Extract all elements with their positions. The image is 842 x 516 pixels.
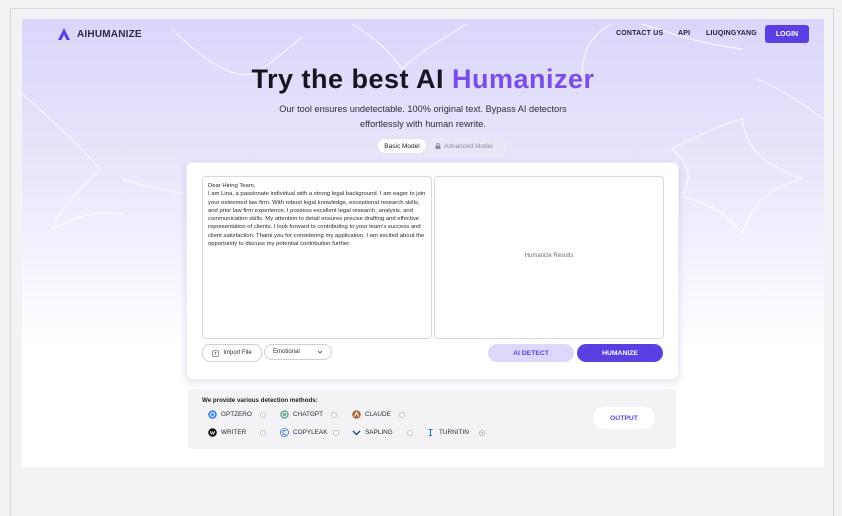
logo-icon [58, 28, 70, 40]
ai-detect-button[interactable]: AI DETECT [488, 344, 574, 362]
page-subtitle: Our tool ensures undetectable. 100% orig… [279, 104, 567, 129]
copyleak-icon [280, 428, 289, 437]
import-file-button[interactable]: Import File [202, 344, 262, 362]
title-main: Try the best AI [251, 64, 452, 94]
detector-radio[interactable] [398, 411, 405, 418]
chatgpt-icon [280, 410, 289, 419]
detector-radio[interactable] [260, 429, 267, 436]
claude-icon [352, 410, 361, 419]
login-button[interactable]: LOGIN [765, 25, 809, 43]
tab-advanced-label: Advanced Model [444, 142, 493, 150]
detector-claude[interactable]: CLAUDE [352, 410, 405, 419]
detector-radio[interactable] [478, 429, 485, 436]
detector-chatgpt[interactable]: CHATGPT [280, 410, 338, 419]
sapling-icon [352, 430, 361, 436]
brand-logo[interactable]: AIHUMANIZE [57, 27, 142, 41]
tone-value: Emotional [273, 349, 300, 355]
detection-heading: We provide various detection methods: [202, 397, 318, 404]
detector-label: CLAUDE [365, 411, 391, 418]
title-accent: Humanizer [452, 64, 595, 94]
lock-icon [435, 143, 441, 149]
gptzero-icon [208, 410, 217, 419]
top-nav: AIHUMANIZE CONTACT US API LIUQINGYANG LO… [22, 19, 824, 49]
import-file-label: Import File [223, 350, 252, 356]
detector-label: COPYLEAK [293, 429, 328, 436]
detector-copyleak[interactable]: COPYLEAK [280, 428, 340, 437]
detector-label: SAPLING [365, 429, 393, 436]
model-switcher: Basic Model Advanced Model [376, 137, 506, 155]
detector-sapling[interactable]: SAPLING [352, 428, 413, 437]
nav-api[interactable]: API [678, 30, 690, 37]
detector-turnitin[interactable]: TURNITIN [426, 428, 485, 437]
detector-label: TURNITIN [439, 429, 469, 436]
writer-icon [208, 428, 217, 437]
detector-radio[interactable] [333, 429, 340, 436]
detector-gptzero[interactable]: GPTZERO [208, 410, 266, 419]
page: AIHUMANIZE CONTACT US API LIUQINGYANG LO… [22, 19, 824, 467]
detector-radio[interactable] [331, 411, 338, 418]
detector-label: CHATGPT [293, 411, 324, 418]
detection-panel: We provide various detection methods: GP… [188, 389, 676, 449]
nav-user-account[interactable]: LIUQINGYANG [706, 30, 757, 37]
input-pane[interactable]: Dear Hiring Team, I am Lina, a passionat… [202, 176, 432, 339]
brand-name: AIHUMANIZE [77, 28, 142, 40]
output-pane: Humanize Results [434, 176, 664, 339]
tab-basic-model[interactable]: Basic Model [378, 139, 426, 153]
detector-radio[interactable] [406, 429, 413, 436]
result-placeholder: Humanize Results [524, 253, 574, 259]
page-title: Try the best AI Humanizer [22, 64, 824, 95]
detector-writer[interactable]: WRITER [208, 428, 267, 437]
output-button[interactable]: OUTPUT [593, 407, 655, 429]
input-textarea[interactable]: Dear Hiring Team, I am Lina, a passionat… [208, 182, 428, 248]
detector-label: GPTZERO [221, 411, 252, 418]
humanize-button[interactable]: HUMANIZE [577, 344, 663, 362]
upload-icon [212, 350, 220, 357]
tab-advanced-model[interactable]: Advanced Model [426, 139, 502, 153]
nav-contact-us[interactable]: CONTACT US [616, 30, 663, 37]
detector-label: WRITER [221, 429, 247, 436]
editor-card: Dear Hiring Team, I am Lina, a passionat… [186, 162, 679, 380]
turnitin-icon [428, 429, 433, 436]
chevron-down-icon [317, 350, 323, 354]
detector-radio[interactable] [259, 411, 266, 418]
tone-select[interactable]: Emotional [264, 344, 332, 360]
